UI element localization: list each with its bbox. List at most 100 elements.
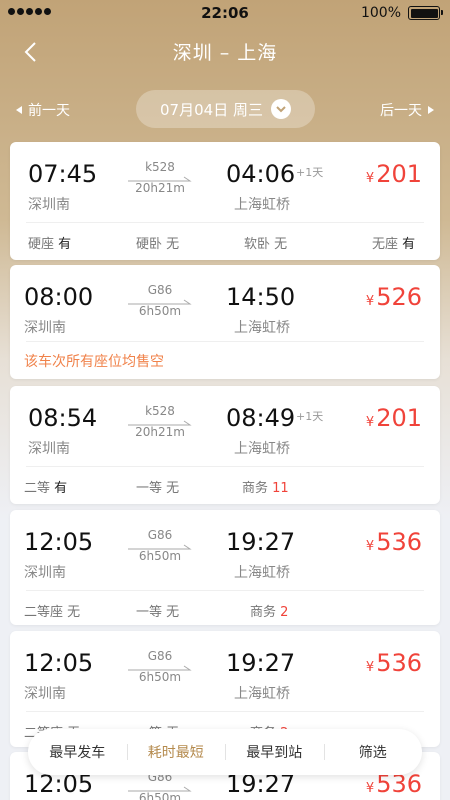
trip-duration: 20h21m <box>135 181 185 195</box>
seat-availability: 商务 2 <box>250 601 288 620</box>
filter-button[interactable]: 筛选 <box>323 742 423 762</box>
arrival-time: 19:27 <box>226 649 296 677</box>
seat-class: 软卧 <box>244 237 271 252</box>
departure-time: 12:05 <box>24 528 94 556</box>
seat-availability: 一等 无 <box>136 601 179 620</box>
seat-class: 一等 <box>136 481 163 496</box>
ticket-price: ¥201 <box>366 160 422 188</box>
arrival-time: 04:06 <box>226 160 296 188</box>
prev-day-button[interactable]: 前一天 <box>16 100 70 120</box>
trip-duration: 6h50m <box>138 791 182 800</box>
divider <box>26 466 424 467</box>
train-card[interactable]: 08:00 G86 6h50m 14:50 ¥526 深圳南 上海虹桥 该车次所… <box>10 265 440 379</box>
seat-status: 2 <box>280 605 289 620</box>
departure-station: 深圳南 <box>28 197 70 213</box>
sort-shortest-duration[interactable]: 耗时最短 <box>126 742 226 762</box>
trip-duration: 6h50m <box>138 670 182 684</box>
price-amount: 536 <box>376 649 422 677</box>
page-title: 深圳 – 上海 <box>172 42 278 64</box>
train-number: G86 <box>147 283 173 297</box>
seat-availability: 硬座 有 <box>28 233 71 252</box>
triangle-left-icon <box>16 106 22 114</box>
seat-class: 二等 <box>24 481 51 496</box>
arrival-station: 上海虹桥 <box>234 197 290 213</box>
train-number: k528 <box>145 404 175 418</box>
seat-availability: 无座 有 <box>372 233 415 252</box>
train-card[interactable]: 08:54 k528 20h21m 08:49 +1天 ¥201 深圳南 上海虹… <box>10 386 440 504</box>
seat-status: 无 <box>166 605 180 620</box>
seat-status: 无 <box>274 237 288 252</box>
sort-filter-bar: 最早发车 耗时最短 最早到站 筛选 <box>28 729 422 775</box>
seat-class: 商务 <box>242 481 269 496</box>
train-number: G86 <box>147 649 173 663</box>
departure-time: 12:05 <box>24 649 94 677</box>
arrival-station: 上海虹桥 <box>234 320 290 336</box>
currency-symbol: ¥ <box>365 415 375 430</box>
ticket-price: ¥536 <box>366 649 422 677</box>
arrival-station: 上海虹桥 <box>234 686 290 702</box>
train-card[interactable]: 07:45 k528 20h21m 04:06 +1天 ¥201 深圳南 上海虹… <box>10 142 440 260</box>
seat-availability: 软卧 无 <box>244 233 287 252</box>
next-day-badge: +1天 <box>296 410 324 423</box>
nav-bar: 深圳 – 上海 <box>0 30 450 74</box>
back-button[interactable] <box>12 36 48 68</box>
divider <box>26 590 424 591</box>
currency-symbol: ¥ <box>365 294 375 309</box>
seat-class: 无座 <box>372 237 399 252</box>
chevron-down-icon <box>270 99 291 119</box>
next-day-badge: +1天 <box>296 166 324 179</box>
next-day-label: 后一天 <box>380 103 422 119</box>
divider <box>26 222 424 223</box>
currency-symbol: ¥ <box>365 539 375 554</box>
seat-availability: 硬卧 无 <box>136 233 179 252</box>
departure-station: 深圳南 <box>24 686 66 702</box>
price-amount: 201 <box>376 160 422 188</box>
sort-earliest-arrival[interactable]: 最早到站 <box>225 742 324 762</box>
date-picker[interactable]: 07月04日 周三 <box>136 90 315 128</box>
currency-symbol: ¥ <box>365 171 375 186</box>
next-day-button[interactable]: 后一天 <box>380 100 434 120</box>
divider <box>26 341 424 342</box>
seat-status: 无 <box>166 481 180 496</box>
arrival-time: 14:50 <box>226 283 296 311</box>
price-amount: 201 <box>376 404 422 432</box>
seat-class: 二等座 <box>24 605 64 620</box>
train-number: G86 <box>147 528 173 542</box>
seat-availability: 二等 有 <box>24 477 67 496</box>
currency-symbol: ¥ <box>365 660 375 675</box>
seat-class: 一等 <box>136 605 163 620</box>
date-label: 07月04日 周三 <box>160 100 263 119</box>
divider <box>26 711 424 712</box>
departure-station: 深圳南 <box>28 441 70 457</box>
seat-status: 有 <box>54 481 68 496</box>
train-card[interactable]: 12:05 G86 6h50m 19:27 ¥536 深圳南 上海虹桥 二等座 … <box>10 510 440 625</box>
price-amount: 526 <box>376 283 422 311</box>
seat-availability: 二等座 无 <box>24 601 80 620</box>
arrival-station: 上海虹桥 <box>234 565 290 581</box>
sort-earliest-departure[interactable]: 最早发车 <box>28 742 127 762</box>
currency-symbol: ¥ <box>365 781 375 796</box>
arrival-time: 08:49 <box>226 404 296 432</box>
triangle-right-icon <box>428 106 434 114</box>
status-bar: 22:06 100% <box>0 0 450 26</box>
ticket-price: ¥536 <box>366 528 422 556</box>
ticket-price: ¥526 <box>366 283 422 311</box>
chevron-left-icon <box>24 42 36 62</box>
train-number: k528 <box>145 160 175 174</box>
arrival-station: 上海虹桥 <box>234 441 290 457</box>
seat-class: 商务 <box>250 605 277 620</box>
seat-availability: 商务 11 <box>242 477 289 496</box>
seat-class: 硬卧 <box>136 237 163 252</box>
departure-station: 深圳南 <box>24 320 66 336</box>
seat-status: 无 <box>67 605 81 620</box>
seat-status: 无 <box>166 237 180 252</box>
trip-duration: 20h21m <box>135 425 185 439</box>
ticket-price: ¥201 <box>366 404 422 432</box>
battery-percent: 100% <box>360 5 401 21</box>
departure-time: 08:00 <box>24 283 94 311</box>
day-navigation: 前一天 07月04日 周三 后一天 <box>0 88 450 130</box>
price-amount: 536 <box>376 528 422 556</box>
seat-status: 有 <box>58 237 72 252</box>
trip-duration: 6h50m <box>138 304 182 318</box>
sold-out-notice: 该车次所有座位均售空 <box>24 354 164 370</box>
